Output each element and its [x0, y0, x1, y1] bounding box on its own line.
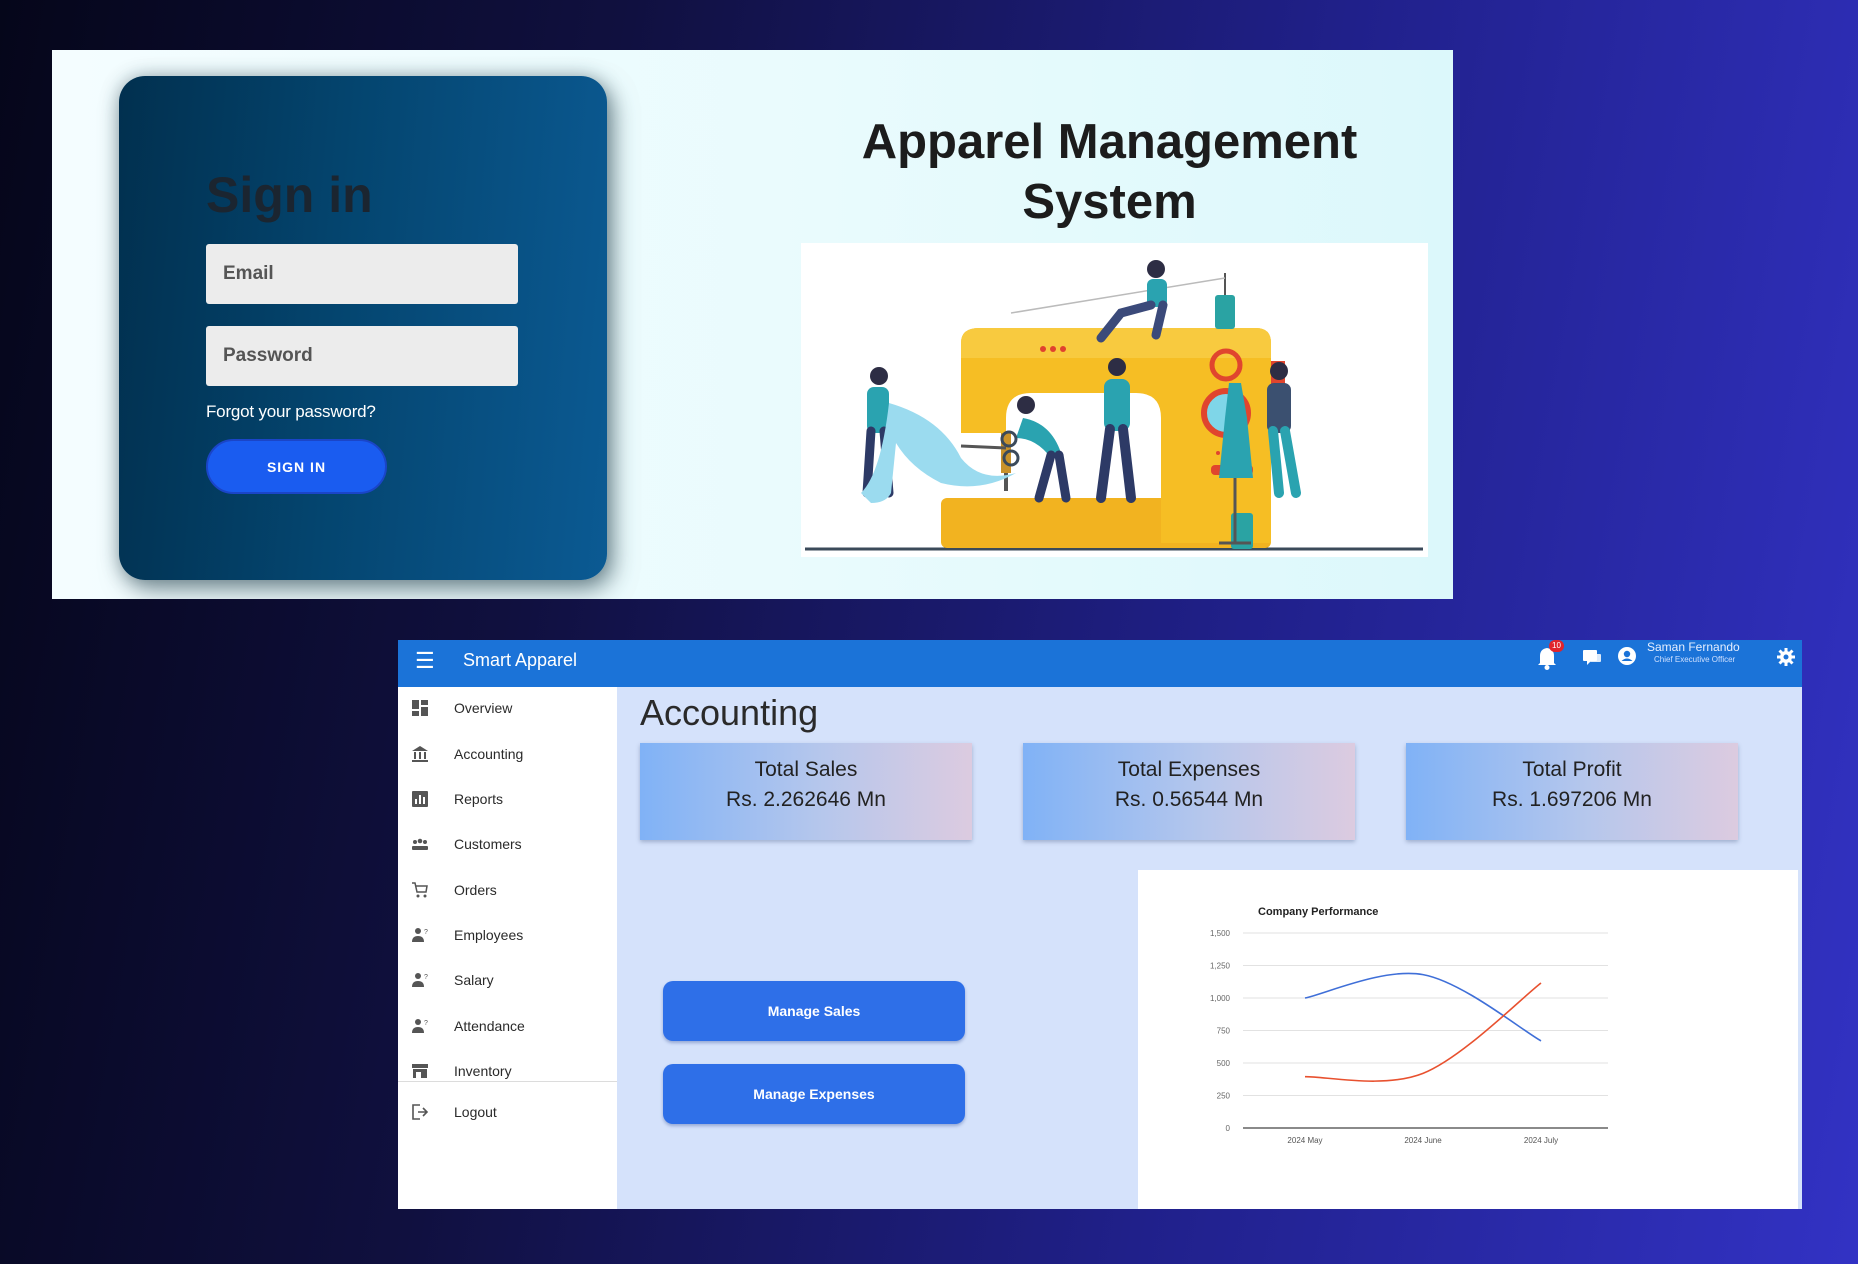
x-tick-label: 2024 July	[1524, 1136, 1558, 1145]
dashboard-screenshot: ☰ Smart Apparel 10 Saman Fernando Chief …	[398, 640, 1802, 1209]
sidebar-item-attendance[interactable]: ? Attendance	[398, 1007, 617, 1045]
employee-icon: ?	[412, 973, 428, 987]
total-sales-card: Total Sales Rs. 2.262646 Mn	[640, 743, 972, 840]
employee-icon: ?	[412, 1019, 428, 1033]
dashboard-icon	[412, 700, 428, 716]
email-field[interactable]: Email	[206, 244, 518, 304]
password-field[interactable]: Password	[206, 326, 518, 386]
sidebar-item-label: Salary	[454, 972, 494, 988]
sidebar-item-customers[interactable]: Customers	[398, 825, 617, 863]
stat-label: Total Expenses	[1117, 758, 1261, 781]
sidebar-item-employees[interactable]: ? Employees	[398, 916, 617, 954]
sidebar-item-label: Customers	[454, 836, 522, 852]
sidebar-item-label: Inventory	[454, 1063, 512, 1079]
account-circle-icon[interactable]	[1617, 646, 1637, 666]
app-heading-line1: Apparel Management	[861, 115, 1358, 169]
x-tick-label: 2024 May	[1287, 1136, 1322, 1145]
password-placeholder: Password	[223, 345, 313, 366]
signin-title: Sign in	[206, 167, 373, 223]
login-screenshot: Sign in Email Password Forgot your passw…	[52, 50, 1453, 599]
manage-sales-button[interactable]: Manage Sales	[663, 981, 965, 1041]
sidebar-item-accounting[interactable]: Accounting	[398, 735, 617, 773]
sewing-machine-illustration	[801, 243, 1428, 557]
stat-label: Total Sales	[754, 758, 858, 781]
user-role: Chief Executive Officer	[1654, 655, 1736, 664]
y-tick-label: 0	[1226, 1124, 1231, 1133]
line-chart: Company Performance 0 250 500 750 1,000 1,250…	[1210, 906, 1608, 1145]
sidebar: Overview Accounting Reports Customers Or…	[398, 687, 617, 1209]
sidebar-item-overview[interactable]: Overview	[398, 689, 617, 727]
stat-label: Total Profit	[1522, 758, 1622, 781]
logout-icon	[412, 1104, 429, 1120]
sidebar-item-label: Attendance	[454, 1018, 525, 1034]
store-icon	[412, 1064, 428, 1078]
app-heading: Apparel Management System	[822, 112, 1397, 232]
employee-icon: ?	[412, 928, 428, 942]
cart-icon	[412, 882, 428, 898]
stat-value: Rs. 0.56544 Mn	[1114, 788, 1264, 811]
gear-icon[interactable]	[1776, 647, 1796, 667]
sidebar-item-label: Employees	[454, 927, 524, 943]
sidebar-item-inventory[interactable]: Inventory	[398, 1052, 617, 1090]
report-icon	[412, 791, 428, 807]
svg-text:?: ?	[424, 929, 428, 936]
notification-badge: 10	[1549, 640, 1564, 652]
bank-icon	[412, 746, 428, 762]
stat-value: Rs. 1.697206 Mn	[1492, 788, 1652, 811]
logout-label: Logout	[454, 1104, 497, 1120]
page-title: Accounting	[640, 692, 819, 733]
email-placeholder: Email	[223, 263, 274, 284]
sidebar-item-label: Accounting	[454, 746, 524, 762]
y-tick-label: 1,250	[1210, 962, 1231, 971]
sidebar-item-label: Reports	[454, 791, 504, 807]
sidebar-item-reports[interactable]: Reports	[398, 780, 617, 818]
chart-title: Company Performance	[1258, 906, 1378, 918]
company-performance-chart: Company Performance 0 250 500 750 1,000 1,250…	[1138, 870, 1798, 1209]
logout-button[interactable]: Logout	[398, 1093, 617, 1131]
svg-text:?: ?	[424, 974, 428, 981]
sidebar-item-salary[interactable]: ? Salary	[398, 961, 617, 999]
forgot-password-link[interactable]: Forgot your password?	[206, 402, 376, 422]
x-tick-label: 2024 June	[1404, 1136, 1442, 1145]
sidebar-item-label: Overview	[454, 700, 513, 716]
sidebar-item-orders[interactable]: Orders	[398, 871, 617, 909]
top-app-bar: ☰ Smart Apparel 10 Saman Fernando Chief …	[398, 640, 1802, 687]
signin-button[interactable]: SIGN IN	[206, 439, 387, 494]
y-tick-label: 1,000	[1210, 994, 1231, 1003]
y-tick-label: 1,500	[1210, 929, 1231, 938]
user-name: Saman Fernando	[1647, 640, 1740, 654]
sidebar-item-label: Orders	[454, 882, 497, 898]
chat-icon[interactable]	[1581, 646, 1603, 668]
app-heading-line2: System	[1022, 175, 1197, 229]
menu-icon[interactable]: ☰	[415, 648, 435, 674]
y-tick-label: 500	[1217, 1059, 1231, 1068]
y-tick-label: 250	[1217, 1092, 1231, 1101]
total-profit-card: Total Profit Rs. 1.697206 Mn	[1406, 743, 1738, 840]
manage-expenses-button[interactable]: Manage Expenses	[663, 1064, 965, 1124]
total-expenses-card: Total Expenses Rs. 0.56544 Mn	[1023, 743, 1355, 840]
stat-value: Rs. 2.262646 Mn	[726, 788, 886, 811]
signin-card: Sign in Email Password Forgot your passw…	[119, 76, 607, 580]
sidebar-divider	[398, 1081, 617, 1082]
app-name: Smart Apparel	[463, 650, 578, 670]
people-icon	[412, 838, 428, 850]
svg-text:?: ?	[424, 1020, 428, 1027]
y-tick-label: 750	[1217, 1027, 1231, 1036]
